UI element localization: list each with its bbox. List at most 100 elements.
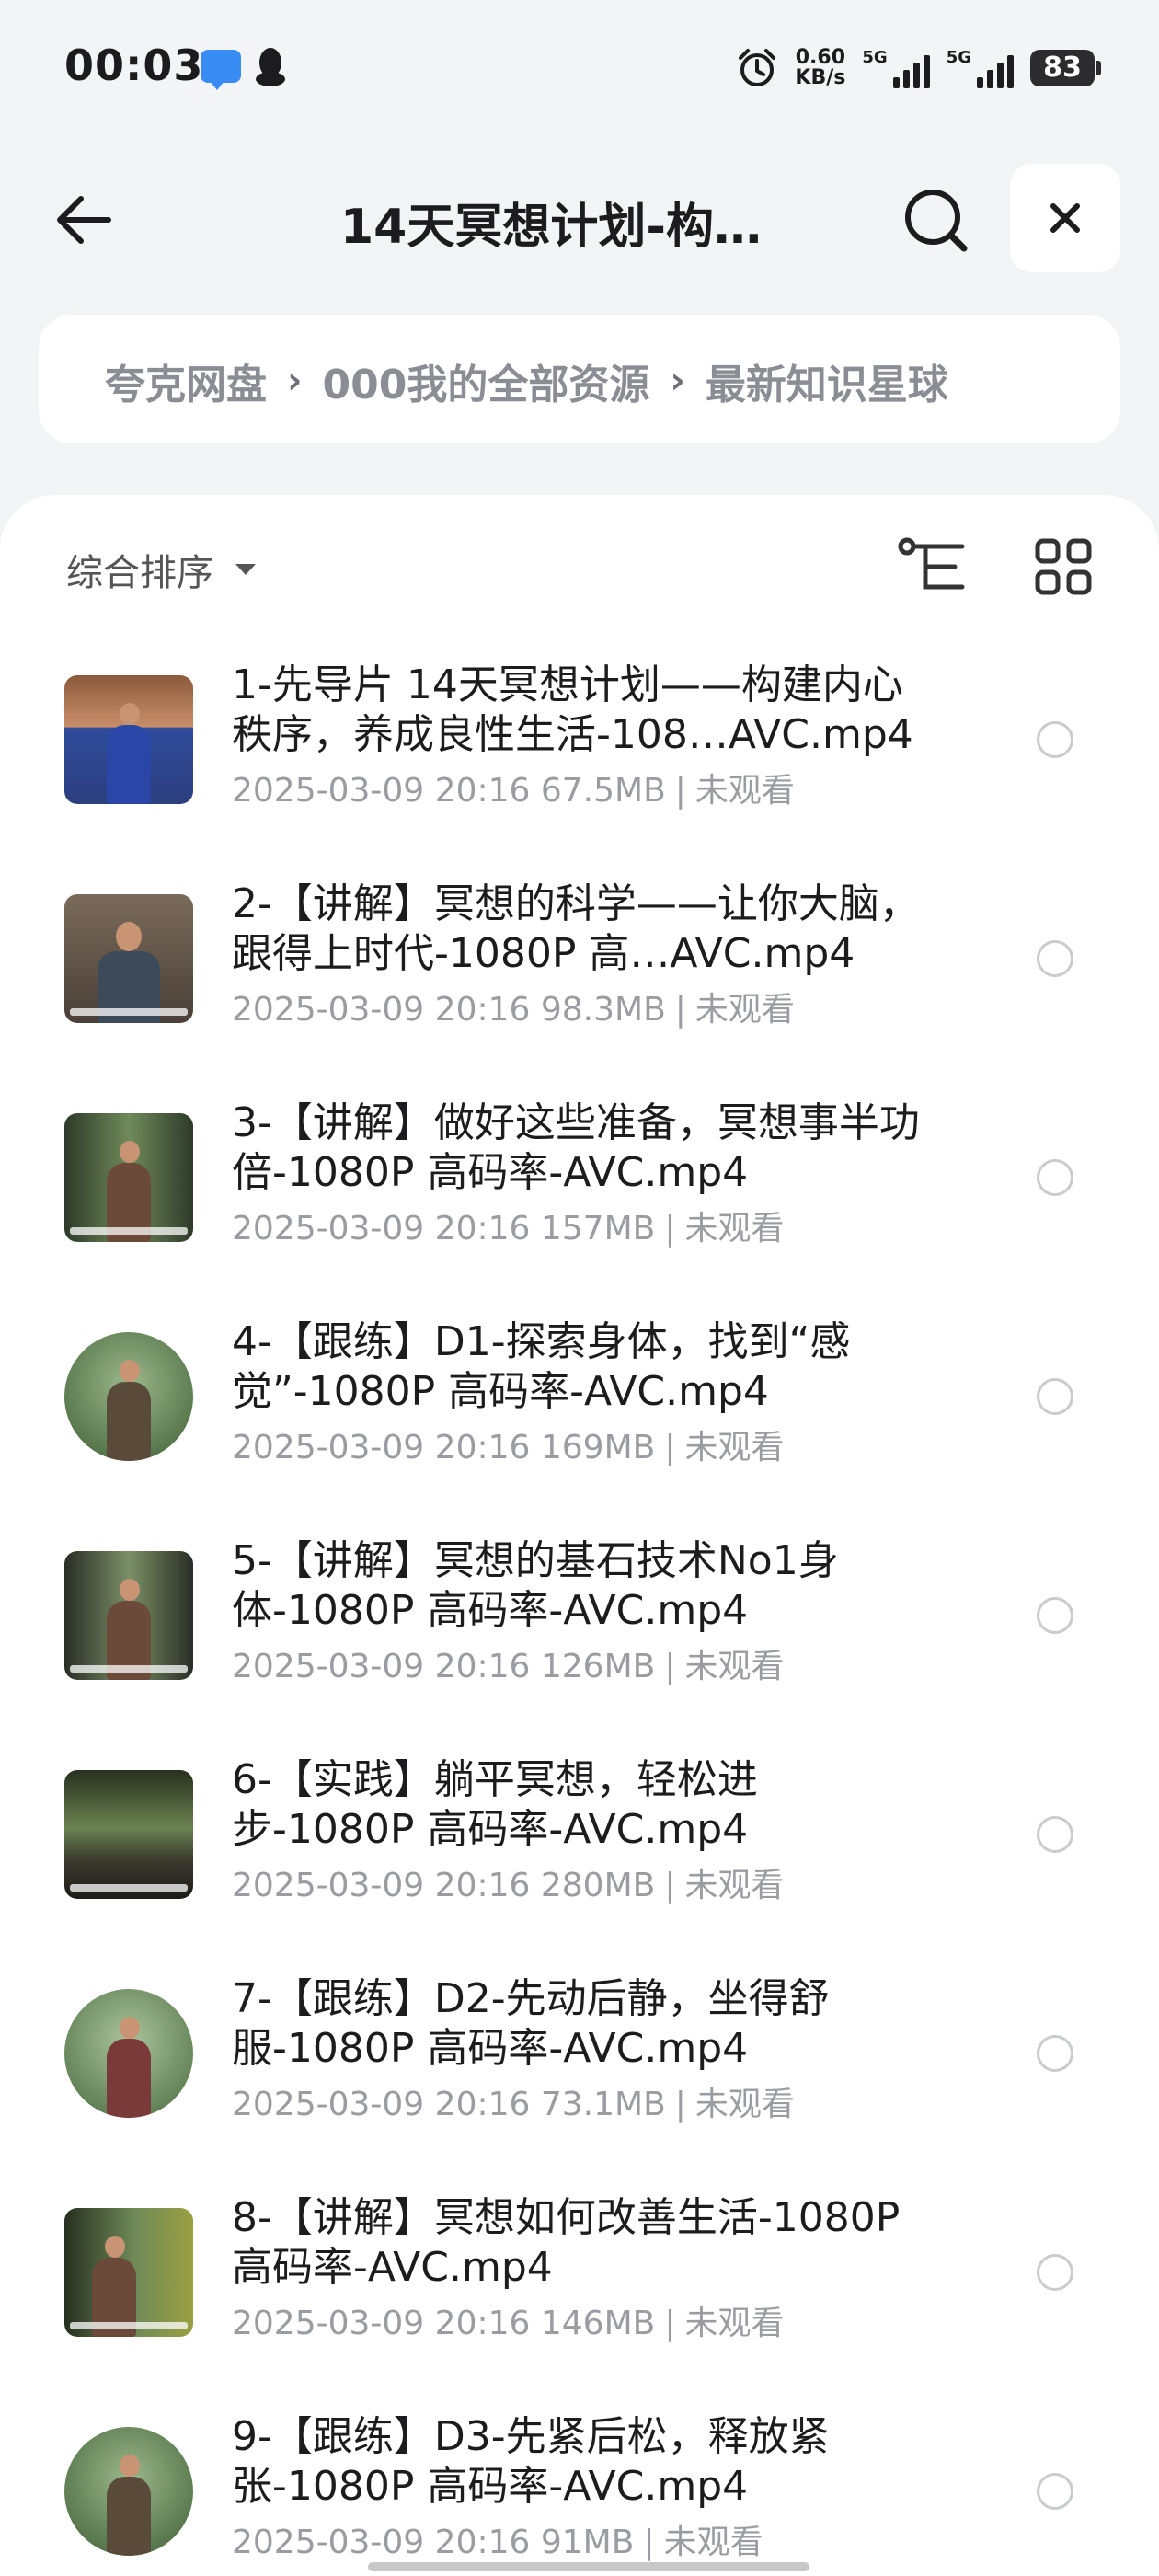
sort-dropdown[interactable]: 综合排序 [66,543,256,596]
watch-status: 未观看 [694,772,795,810]
network-speed: 0.60 KB/s [795,48,845,88]
sim2-label: 5G [946,48,971,67]
network-speed-unit: KB/s [795,66,846,89]
home-indicator[interactable] [368,2562,809,2571]
status-bar: 00:03 0.60 KB/s 5G 5G 83 [0,0,1159,138]
select-radio[interactable] [1037,1378,1073,1415]
file-date: 2025-03-09 20:16 [232,1429,531,1466]
file-date: 2025-03-09 20:16 [232,2524,531,2561]
file-size: 91MB [540,2524,635,2561]
tree-view-icon[interactable] [898,537,968,596]
file-meta: 2025-03-09 20:16 280MB | 未观看 [232,1867,785,1904]
file-date: 2025-03-09 20:16 [232,2086,531,2123]
file-size: 157MB [540,1210,656,1248]
list-item[interactable]: 2-【讲解】冥想的科学——让你大脑，跟得上时代-1080P 高…AVC.mp4 … [0,839,1159,1058]
file-meta: 2025-03-09 20:16 91MB | 未观看 [232,2524,763,2561]
grid-view-icon[interactable] [1034,537,1093,596]
file-list: 1-先导片 14天冥想计划——构建内心秩序，养成良性生活-108…AVC.mp4… [0,620,1159,2576]
message-notification-icon [201,50,241,90]
watch-status: 未观看 [694,991,795,1029]
breadcrumb-item-knowledge-planet[interactable]: 最新知识星球 [706,351,948,410]
video-thumbnail [64,1332,193,1461]
video-thumbnail [64,1770,193,1899]
list-item[interactable]: 6-【实践】躺平冥想，轻松进步-1080P 高码率-AVC.mp4 2025-0… [0,1715,1159,1934]
select-radio[interactable] [1037,2035,1073,2072]
close-icon [1050,203,1080,233]
file-browser-screen: 00:03 0.60 KB/s 5G 5G 83 14天冥想计划-构… 夸克网盘… [0,0,1159,2576]
file-name: 7-【跟练】D2-先动后静，坐得舒服-1080P 高码率-AVC.mp4 [232,1975,830,2072]
file-name: 4-【跟练】D1-探索身体，找到“感觉”-1080P 高码率-AVC.mp4 [232,1318,851,1415]
signal-sim1-icon: 5G [862,48,930,88]
breadcrumb-item-root[interactable]: 夸克网盘 [105,351,267,410]
file-name: 6-【实践】躺平冥想，轻松进步-1080P 高码率-AVC.mp4 [232,1756,758,1853]
file-date: 2025-03-09 20:16 [232,1648,531,1685]
watch-status: 未观看 [684,1867,785,1904]
search-icon[interactable] [894,178,977,261]
file-meta: 2025-03-09 20:16 126MB | 未观看 [232,1648,785,1685]
page-title: 14天冥想计划-构… [340,200,762,255]
top-bar: 14天冥想计划-构… [0,156,1159,276]
file-name: 5-【讲解】冥想的基石技术No1身体-1080P 高码率-AVC.mp4 [232,1537,839,1634]
file-meta: 2025-03-09 20:16 98.3MB | 未观看 [232,991,795,1029]
file-size: 67.5MB [540,772,666,810]
breadcrumb-item-all-resources[interactable]: 000我的全部资源 [322,351,649,410]
video-thumbnail [64,1989,193,2118]
file-date: 2025-03-09 20:16 [232,991,531,1029]
select-radio[interactable] [1037,1597,1073,1634]
select-radio[interactable] [1037,2254,1073,2291]
file-meta: 2025-03-09 20:16 146MB | 未观看 [232,2305,785,2342]
file-name: 3-【讲解】做好这些准备，冥想事半功倍-1080P 高码率-AVC.mp4 [232,1099,920,1196]
list-item[interactable]: 3-【讲解】做好这些准备，冥想事半功倍-1080P 高码率-AVC.mp4 20… [0,1058,1159,1277]
breadcrumb-fade [1028,315,1120,443]
file-name: 9-【跟练】D3-先紧后松，释放紧张-1080P 高码率-AVC.mp4 [232,2413,830,2510]
list-item[interactable]: 1-先导片 14天冥想计划——构建内心秩序，养成良性生活-108…AVC.mp4… [0,620,1159,839]
file-meta: 2025-03-09 20:16 157MB | 未观看 [232,1210,785,1248]
breadcrumb-track: 夸克网盘 › 000我的全部资源 › 最新知识星球 [105,351,948,410]
list-item[interactable]: 9-【跟练】D3-先紧后松，释放紧张-1080P 高码率-AVC.mp4 202… [0,2372,1159,2576]
close-button[interactable] [1010,164,1120,272]
list-item[interactable]: 7-【跟练】D2-先动后静，坐得舒服-1080P 高码率-AVC.mp4 202… [0,1934,1159,2153]
file-name: 2-【讲解】冥想的科学——让你大脑，跟得上时代-1080P 高…AVC.mp4 [232,880,920,977]
chevron-right-icon: › [670,360,685,402]
network-speed-value: 0.60 [795,46,846,69]
sort-label: 综合排序 [66,552,213,594]
file-size: 146MB [540,2305,656,2342]
select-radio[interactable] [1037,940,1073,977]
file-date: 2025-03-09 20:16 [232,2305,531,2342]
file-date: 2025-03-09 20:16 [232,772,531,810]
video-thumbnail [64,2208,193,2337]
battery-icon: 83 [1030,50,1101,86]
file-list-panel: 综合排序 1-先导片 14天冥想计划——构建内心秩序，养成良性生活-108…AV… [0,495,1159,2576]
watch-status: 未观看 [684,1210,785,1248]
select-radio[interactable] [1037,1159,1073,1196]
file-size: 126MB [540,1648,656,1685]
qq-notification-icon [256,48,285,86]
file-size: 280MB [540,1867,656,1904]
select-radio[interactable] [1037,721,1073,758]
video-thumbnail [64,2427,193,2556]
status-indicators: 0.60 KB/s 5G 5G 83 [736,40,1101,96]
watch-status: 未观看 [694,2086,795,2123]
select-radio[interactable] [1037,1816,1073,1853]
file-meta: 2025-03-09 20:16 169MB | 未观看 [232,1429,785,1466]
video-thumbnail [64,894,193,1023]
file-size: 73.1MB [540,2086,666,2123]
video-thumbnail [64,1113,193,1242]
caret-down-icon [235,564,256,575]
file-size: 169MB [540,1429,656,1466]
video-thumbnail [64,675,193,804]
list-item[interactable]: 5-【讲解】冥想的基石技术No1身体-1080P 高码率-AVC.mp4 202… [0,1496,1159,1715]
list-item[interactable]: 4-【跟练】D1-探索身体，找到“感觉”-1080P 高码率-AVC.mp4 2… [0,1277,1159,1496]
file-name: 1-先导片 14天冥想计划——构建内心秩序，养成良性生活-108…AVC.mp4 [232,661,913,758]
video-thumbnail [64,1551,193,1680]
signal-sim2-icon: 5G [947,48,1014,88]
file-meta: 2025-03-09 20:16 67.5MB | 未观看 [232,772,795,810]
watch-status: 未观看 [684,2305,785,2342]
file-date: 2025-03-09 20:16 [232,1867,531,1904]
alarm-icon [739,49,776,86]
breadcrumb: 夸克网盘 › 000我的全部资源 › 最新知识星球 [39,315,1120,443]
select-radio[interactable] [1037,2473,1073,2510]
file-size: 98.3MB [540,991,666,1029]
list-item[interactable]: 8-【讲解】冥想如何改善生活-1080P 高码率-AVC.mp4 2025-03… [0,2153,1159,2372]
back-arrow-icon[interactable] [44,178,127,261]
